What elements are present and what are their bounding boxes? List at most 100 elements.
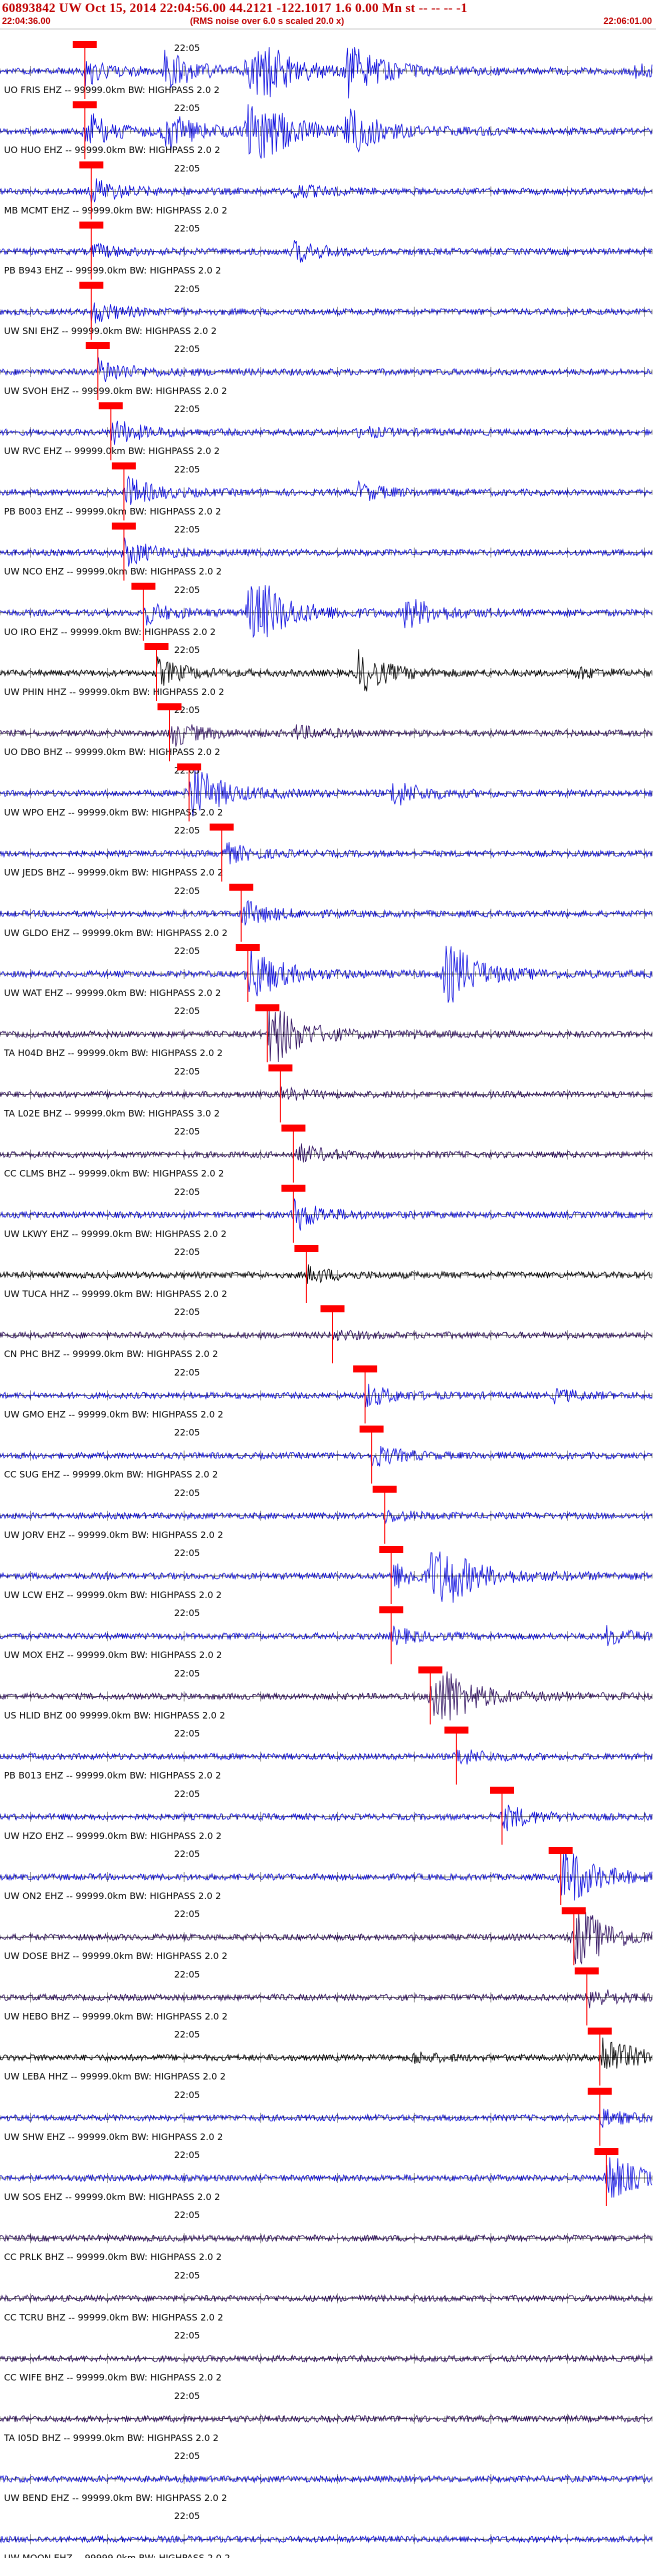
channel-label: UW WAT EHZ -- 99999.0km BW: HIGHPASS 2.0… <box>4 989 221 999</box>
phase-pick-flag <box>281 1184 306 1192</box>
channel-label: PB B003 EHZ -- 99999.0km BW: HIGHPASS 2.… <box>4 507 221 517</box>
minute-tick-label: 22:05 <box>174 405 200 415</box>
channel-label: UO DBO BHZ -- 99999.0km BW: HIGHPASS 2.0… <box>4 748 220 758</box>
minute-tick-label: 22:05 <box>174 1489 200 1499</box>
phase-pick-flag <box>268 1064 293 1072</box>
phase-pick-flag <box>587 2027 612 2035</box>
channel-label: UW NCO EHZ -- 99999.0km BW: HIGHPASS 2.0… <box>4 568 222 578</box>
waveform-trace <box>0 2474 653 2484</box>
channel-label: UW SOS EHZ -- 99999.0km BW: HIGHPASS 2.0… <box>4 2193 220 2203</box>
waveform-trace <box>0 2037 653 2069</box>
waveform-trace <box>0 1445 653 1468</box>
channel-label: UW SVOH EHZ -- 99999.0km BW: HIGHPASS 2.… <box>4 387 227 397</box>
minute-tick-label: 22:05 <box>174 285 200 295</box>
minute-tick-label: 22:05 <box>174 2151 200 2161</box>
phase-pick-flag <box>79 161 104 169</box>
waveform-trace <box>0 1086 653 1101</box>
phase-pick-flag <box>111 522 136 530</box>
minute-tick-label: 22:05 <box>174 586 200 596</box>
minute-tick-label: 22:05 <box>174 1549 200 1559</box>
waveform-trace <box>0 1198 653 1231</box>
minute-tick-label: 22:05 <box>174 1730 200 1740</box>
phase-pick-flag <box>379 1606 404 1614</box>
channel-label: UW DOSE BHZ -- 99999.0km BW: HIGHPASS 2.… <box>4 1952 227 1962</box>
waveform-trace <box>0 1509 653 1525</box>
waveform-trace <box>0 420 653 445</box>
minute-tick-label: 22:05 <box>174 44 200 54</box>
phase-pick-flag <box>144 643 169 650</box>
waveform-trace <box>0 1625 653 1647</box>
phase-pick-flag <box>229 883 254 891</box>
phase-pick-flag <box>79 221 104 229</box>
channel-label: UO HUO EHZ -- 99999.0km BW: HIGHPASS 2.0… <box>4 146 220 156</box>
seismogram-plot: 22:05 UO FRIS EHZ -- 99999.0km BW: HIGHPA… <box>0 28 656 2558</box>
waveform-trace <box>0 475 653 505</box>
channel-label: UW WPO EHZ -- 99999.0km BW: HIGHPASS 2.0… <box>4 808 223 818</box>
minute-tick-label: 22:05 <box>174 2271 200 2281</box>
channel-label: CC TCRU BHZ -- 99999.0km BW: HIGHPASS 2.… <box>4 2313 223 2323</box>
channel-label: UW GMO EHZ -- 99999.0km BW: HIGHPASS 2.0… <box>4 1410 223 1420</box>
minute-tick-label: 22:05 <box>174 1429 200 1439</box>
minute-tick-label: 22:05 <box>174 2512 200 2522</box>
phase-pick-flag <box>177 763 202 771</box>
minute-tick-label: 22:05 <box>174 465 200 475</box>
channel-label: UW MOX EHZ -- 99999.0km BW: HIGHPASS 2.0… <box>4 1651 222 1661</box>
channel-label: CC SUG EHZ -- 99999.0km BW: HIGHPASS 2.0… <box>4 1471 218 1481</box>
channel-label: PB B013 EHZ -- 99999.0km BW: HIGHPASS 2.… <box>4 1772 221 1782</box>
waveform-trace <box>0 2108 653 2128</box>
channel-label: UW LKWY EHZ -- 99999.0km BW: HIGHPASS 2.… <box>4 1230 227 1240</box>
channel-label: UW HZO EHZ -- 99999.0km BW: HIGHPASS 2.0… <box>4 1832 222 1842</box>
phase-pick-flag <box>131 582 156 590</box>
phase-pick-flag <box>379 1546 404 1553</box>
channel-label: UW JEDS BHZ -- 99999.0km BW: HIGHPASS 2.… <box>4 869 223 879</box>
channel-label: UW HEBO BHZ -- 99999.0km BW: HIGHPASS 2.… <box>4 2012 228 2022</box>
channel-label: CC WIFE BHZ -- 99999.0km BW: HIGHPASS 2.… <box>4 2374 222 2384</box>
channel-label: UW PHIN HHZ -- 99999.0km BW: HIGHPASS 2.… <box>4 688 224 698</box>
minute-tick-label: 22:05 <box>174 1067 200 1077</box>
channel-label: UW BEND EHZ -- 99999.0km BW: HIGHPASS 2.… <box>4 2494 227 2504</box>
waveform-trace <box>0 842 653 865</box>
channel-label: UW RVC EHZ -- 99999.0km BW: HIGHPASS 2.0… <box>4 447 220 457</box>
channel-label: UW LCW EHZ -- 99999.0km BW: HIGHPASS 2.0… <box>4 1591 222 1601</box>
phase-pick-flag <box>561 1907 586 1915</box>
phase-pick-flag <box>359 1425 384 1433</box>
phase-pick-flag <box>587 2087 612 2095</box>
minute-tick-label: 22:05 <box>174 2452 200 2462</box>
phase-pick-flag <box>98 402 123 410</box>
phase-pick-flag <box>79 281 104 289</box>
waveform-trace <box>0 178 653 203</box>
channel-label: TA L02E BHZ -- 99999.0km BW: HIGHPASS 3.… <box>3 1109 220 1119</box>
phase-pick-flag <box>157 703 182 711</box>
minute-tick-label: 22:05 <box>174 225 200 235</box>
channel-label: UW MOON EHZ -- 99999.0km BW: HIGHPASS 2.… <box>4 2554 230 2558</box>
waveform-trace <box>0 1264 653 1284</box>
phase-pick-flag <box>281 1124 306 1132</box>
phase-pick-flag <box>111 462 136 470</box>
minute-tick-label: 22:05 <box>174 1790 200 1800</box>
minute-tick-label: 22:05 <box>174 1007 200 1017</box>
channel-label: TA H04D BHZ -- 99999.0km BW: HIGHPASS 2.… <box>3 1049 223 1059</box>
channel-label: UW TUCA HHZ -- 99999.0km BW: HIGHPASS 2.… <box>4 1290 227 1300</box>
waveform-trace <box>0 724 653 747</box>
minute-tick-label: 22:05 <box>174 1910 200 1920</box>
channel-label: CN PHC BHZ -- 99999.0km BW: HIGHPASS 2.0… <box>4 1350 218 1360</box>
minute-tick-label: 22:05 <box>174 2211 200 2221</box>
phase-pick-flag <box>294 1245 319 1252</box>
channel-label: PB B943 EHZ -- 99999.0km BW: HIGHPASS 2.… <box>4 267 221 277</box>
minute-tick-label: 22:05 <box>174 2091 200 2101</box>
minute-tick-label: 22:05 <box>174 104 200 114</box>
waveform-trace <box>0 537 653 567</box>
phase-pick-flag <box>548 1847 573 1854</box>
minute-tick-label: 22:05 <box>174 827 200 837</box>
phase-pick-flag <box>209 823 234 831</box>
channel-label: UW SNI EHZ -- 99999.0km BW: HIGHPASS 2.0… <box>4 327 217 337</box>
waveform-trace <box>0 1989 653 2009</box>
minute-tick-label: 22:05 <box>174 2031 200 2041</box>
channel-label: CC PRLK BHZ -- 99999.0km BW: HIGHPASS 2.… <box>4 2253 222 2263</box>
channel-label: UW GLDO EHZ -- 99999.0km BW: HIGHPASS 2.… <box>4 929 228 939</box>
channel-label: UW ON2 EHZ -- 99999.0km BW: HIGHPASS 2.0… <box>4 1892 221 1902</box>
waveform-trace <box>0 1804 653 1832</box>
waveform-trace <box>0 1143 653 1163</box>
channel-label: UW LEBA HHZ -- 99999.0km BW: HIGHPASS 2.… <box>4 2073 226 2083</box>
waveform-trace <box>0 899 653 926</box>
